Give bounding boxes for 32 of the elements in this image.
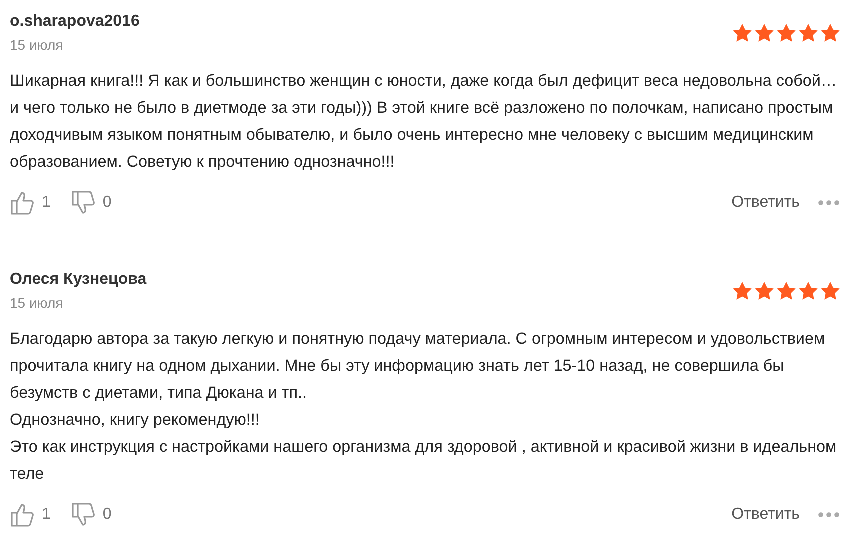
author-name: o.sharapova2016 bbox=[10, 12, 140, 32]
reply-button[interactable]: Ответить bbox=[732, 506, 800, 524]
star-icon bbox=[733, 282, 752, 300]
more-icon bbox=[818, 200, 840, 206]
more-icon bbox=[818, 512, 840, 518]
review-text: Это как инструкция с настройками нашего организма для здоровой , активной и красивой жизни в идеальном теле bbox=[10, 437, 838, 485]
dislike-button[interactable]: 0 bbox=[70, 502, 112, 528]
reply-button[interactable]: Ответить bbox=[732, 194, 800, 212]
thumbs-up-icon bbox=[10, 502, 34, 528]
author-name: Олеся Кузнецова bbox=[10, 270, 147, 290]
star-icon bbox=[799, 24, 818, 42]
star-icon bbox=[733, 24, 752, 42]
like-button[interactable]: 1 bbox=[10, 502, 51, 528]
star-icon bbox=[755, 282, 774, 300]
star-icon bbox=[821, 24, 840, 42]
thumbs-down-icon bbox=[70, 190, 95, 216]
review-date: 15 июля bbox=[10, 294, 64, 312]
star-icon bbox=[777, 282, 796, 300]
star-icon bbox=[777, 24, 796, 42]
like-button[interactable]: 1 bbox=[10, 190, 51, 216]
review-text: Шикарная книга!!! Я как и большинство женщин с юности, даже когда был дефицит веса недовольна собой… и чего только не было в диетмоде за эти годы))) В этой книге всё разложено по полочкам, написано простым доходчивым языком понятным обывателю, и было очень интересно мне человеку с высшим медицинским образованием. Советую к прочтению однозначно!!! bbox=[10, 71, 838, 173]
dislike-button[interactable]: 0 bbox=[70, 190, 112, 216]
star-icon bbox=[755, 24, 774, 42]
thumbs-down-icon bbox=[70, 502, 95, 528]
thumbs-up-icon bbox=[10, 190, 34, 216]
review-text: Однозначно, книгу рекомендую!!! bbox=[10, 410, 261, 431]
more-button[interactable] bbox=[818, 512, 840, 518]
review-text: Благодарю автора за такую легкую и понятную подачу материала. С огромным интересом и удовольствием прочитала книгу на одном дыхании. Мне бы эту информацию знать лет 15-10 назад, не совершила бы безумств с диетами, типа Дюкана и тп.. bbox=[10, 329, 826, 404]
review-date: 15 июля bbox=[10, 36, 64, 54]
more-button[interactable] bbox=[818, 200, 840, 206]
star-icon bbox=[821, 282, 840, 300]
star-icon bbox=[799, 282, 818, 300]
